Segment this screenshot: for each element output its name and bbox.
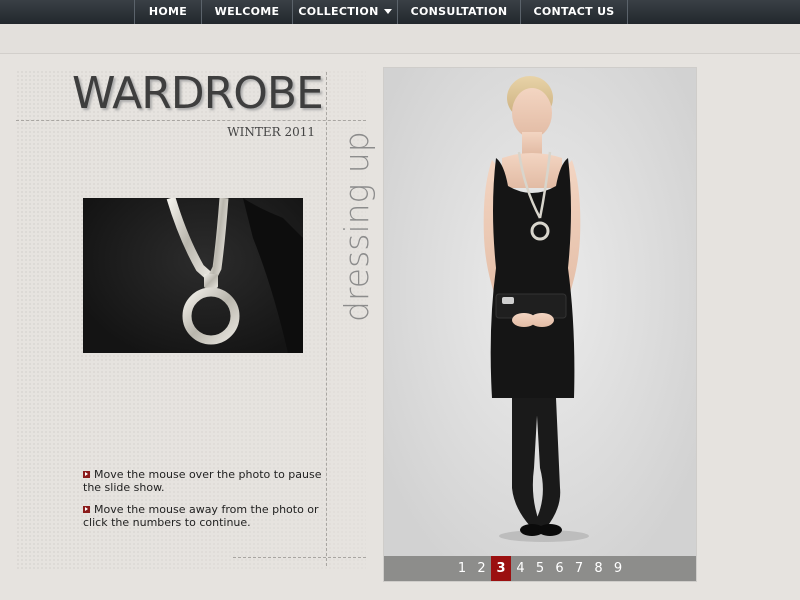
page-button[interactable]: 1 bbox=[452, 556, 472, 581]
instruction-text: Move the mouse over the photo to pause t… bbox=[83, 468, 322, 494]
instruction-text: Move the mouse away from the photo or cl… bbox=[83, 503, 319, 529]
page-button[interactable]: 5 bbox=[530, 556, 550, 581]
slideshow-photo[interactable] bbox=[384, 68, 696, 556]
chevron-down-icon bbox=[383, 9, 392, 14]
page-button[interactable]: 6 bbox=[550, 556, 570, 581]
necklace-detail-image bbox=[83, 198, 303, 353]
page-button[interactable]: 7 bbox=[569, 556, 589, 581]
model-illustration bbox=[483, 76, 589, 542]
nav-contact-us[interactable]: CONTACT US bbox=[521, 0, 628, 24]
page-button-active[interactable]: 3 bbox=[491, 556, 511, 581]
main-nav: HOME WELCOME COLLECTION CONSULTATION CON… bbox=[134, 0, 628, 24]
page-button[interactable]: 9 bbox=[608, 556, 628, 581]
page-title: WARDROBE bbox=[72, 68, 324, 119]
arrow-bullet-icon bbox=[83, 471, 90, 478]
instructions: Move the mouse over the photo to pause t… bbox=[83, 468, 333, 538]
divider-bottom bbox=[233, 557, 366, 558]
nav-home[interactable]: HOME bbox=[134, 0, 202, 24]
page-button[interactable]: 2 bbox=[472, 556, 492, 581]
necklace-detail-illustration bbox=[166, 198, 303, 353]
nav-consultation[interactable]: CONSULTATION bbox=[398, 0, 521, 24]
sub-header-bar bbox=[0, 24, 800, 54]
season-label: WINTER 2011 bbox=[227, 125, 315, 139]
arrow-bullet-icon bbox=[83, 506, 90, 513]
section-tag: dressing up bbox=[337, 131, 376, 322]
nav-collection[interactable]: COLLECTION bbox=[293, 0, 398, 24]
page-button[interactable]: 4 bbox=[511, 556, 531, 581]
divider-top bbox=[16, 120, 366, 121]
instruction-item: Move the mouse away from the photo or cl… bbox=[83, 503, 333, 529]
top-nav-bar: HOME WELCOME COLLECTION CONSULTATION CON… bbox=[0, 0, 800, 24]
nav-collection-label: COLLECTION bbox=[298, 5, 379, 18]
nav-contact-label: CONTACT US bbox=[533, 5, 615, 18]
page-button[interactable]: 8 bbox=[589, 556, 609, 581]
slideshow-pager: 1 2 3 4 5 6 7 8 9 bbox=[384, 556, 696, 581]
nav-consultation-label: CONSULTATION bbox=[410, 5, 508, 18]
nav-welcome-label: WELCOME bbox=[214, 5, 280, 18]
nav-home-label: HOME bbox=[148, 5, 188, 18]
nav-welcome[interactable]: WELCOME bbox=[202, 0, 293, 24]
instruction-item: Move the mouse over the photo to pause t… bbox=[83, 468, 333, 494]
